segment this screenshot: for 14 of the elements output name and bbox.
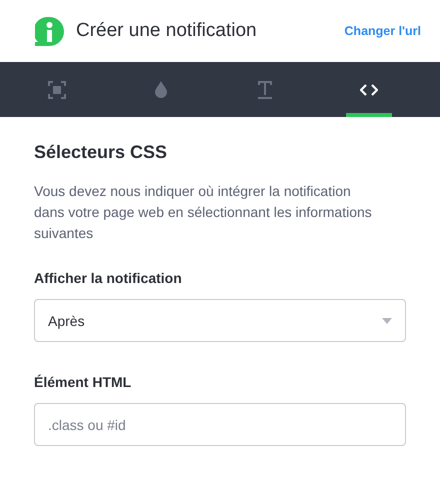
frame-icon bbox=[48, 80, 66, 98]
section-title: Sélecteurs CSS bbox=[34, 142, 168, 163]
drop-icon bbox=[155, 81, 167, 98]
logo-icon bbox=[35, 16, 64, 46]
page-title: Créer une notification bbox=[76, 20, 258, 42]
input-field[interactable]: .class ou #id bbox=[34, 403, 406, 446]
select-field[interactable]: Après bbox=[34, 299, 406, 342]
caret-icon bbox=[382, 318, 392, 324]
text-icon bbox=[258, 80, 272, 98]
field-label: Élément HTML bbox=[34, 374, 132, 390]
code-icon bbox=[360, 84, 378, 96]
field-label: Afficher la notification bbox=[34, 270, 183, 286]
active-tab-indicator bbox=[346, 113, 392, 117]
section-description: Vous devez nous indiquer où intégrer la notification dans votre page web en sélectionnant les informations suivantes bbox=[34, 182, 373, 243]
